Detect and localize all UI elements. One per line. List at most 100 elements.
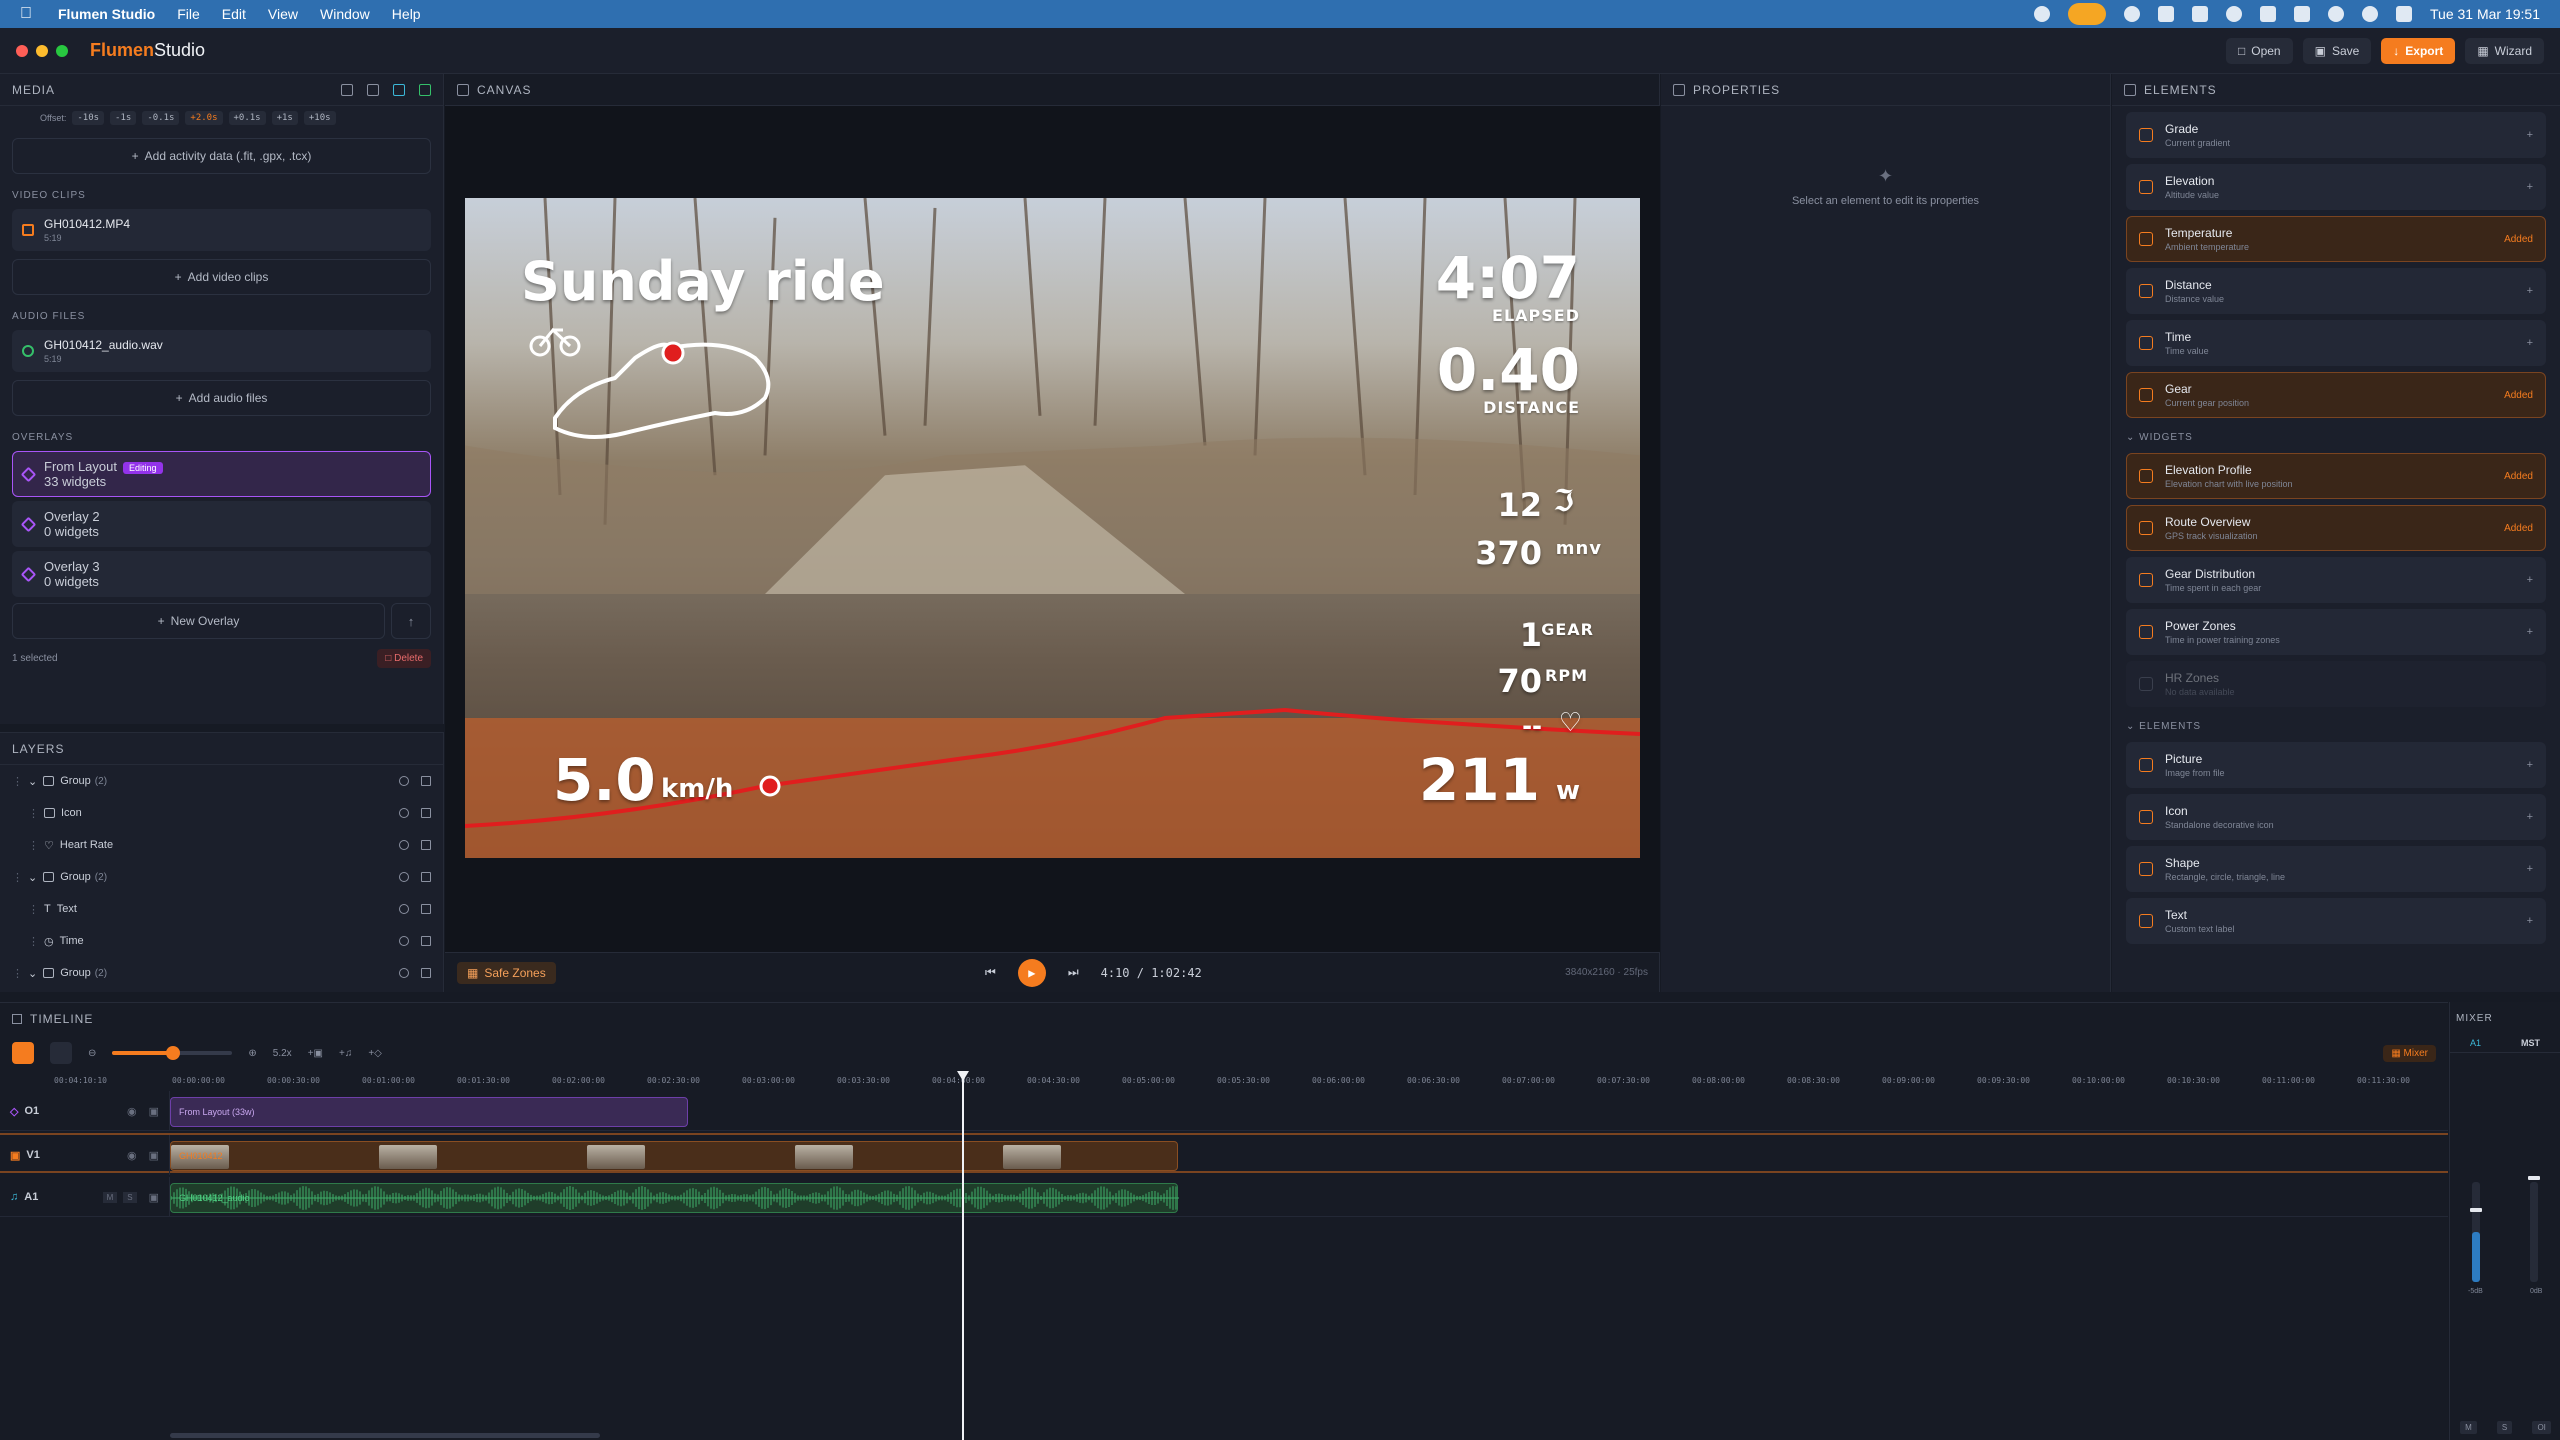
overlay-title[interactable]: Sunday ride [521, 250, 885, 313]
zoom-window-button[interactable] [56, 44, 68, 57]
trash-icon[interactable] [421, 936, 431, 946]
overlay-elapsed-value[interactable]: 4:07 [1436, 244, 1580, 312]
lock-icon[interactable]: ▣ [149, 1191, 159, 1204]
element-status[interactable]: Added [2504, 471, 2533, 482]
add-audio-button[interactable]: + Add audio files [12, 380, 431, 416]
zoom-slider-handle[interactable] [166, 1046, 181, 1060]
track-label-v1[interactable]: ▣ V1 ◉ ▣ [0, 1135, 170, 1175]
element-item-gear-distribution[interactable]: Gear Distribution Time spent in each gear… [2126, 557, 2546, 603]
select-tool-button[interactable] [12, 1042, 34, 1064]
control-center-icon[interactable] [2396, 6, 2412, 22]
export-button[interactable]: ↓ Export [2381, 37, 2456, 64]
element-status[interactable]: + [2527, 915, 2533, 927]
brightness-icon[interactable] [2124, 6, 2140, 22]
overlay-power-unit[interactable]: w [1556, 776, 1580, 806]
new-overlay-button[interactable]: + New Overlay [12, 603, 385, 639]
trash-icon[interactable] [421, 872, 431, 882]
activity-icon[interactable] [341, 83, 353, 96]
menubar-app-name[interactable]: Flumen Studio [58, 6, 155, 22]
canvas-viewport[interactable]: Sunday ride 4:07 ELAPSED 0.40 DISTANCE 1… [445, 106, 1660, 952]
audio-clip[interactable]: GH010412_audio [170, 1183, 1179, 1213]
offset-minus-1s[interactable]: -1s [110, 111, 137, 125]
video-preview[interactable]: Sunday ride 4:07 ELAPSED 0.40 DISTANCE 1… [465, 198, 1640, 858]
menu-edit[interactable]: Edit [222, 6, 246, 22]
element-status[interactable]: + [2527, 337, 2533, 349]
cloud-icon[interactable] [2034, 6, 2050, 22]
layer-row-heart-rate[interactable]: ⋮ ♡ Heart Rate [0, 829, 443, 861]
drag-handle-icon[interactable]: ⋮ [12, 967, 23, 980]
extension-icon[interactable] [2158, 6, 2174, 22]
playhead[interactable] [962, 1071, 964, 1440]
eye-icon[interactable] [399, 936, 409, 946]
shield-icon[interactable] [2192, 6, 2208, 22]
save-button[interactable]: ▣ Save [2302, 37, 2372, 64]
eye-icon[interactable] [399, 776, 409, 786]
skip-back-icon[interactable]: ⏮ [985, 965, 996, 980]
element-item-route-overview[interactable]: Route Overview GPS track visualization Add… [2126, 505, 2546, 551]
menu-window[interactable]: Window [320, 6, 370, 22]
mixer-solo-button[interactable]: S [2496, 1421, 2513, 1434]
battery-icon[interactable] [2294, 6, 2310, 22]
offset-plus-1s[interactable]: +1s [271, 111, 298, 125]
layer-row-group[interactable]: ⋮ ⌄ Group (2) [0, 957, 443, 989]
sync-icon[interactable] [2226, 6, 2242, 22]
wizard-button[interactable]: ▦ Wizard [2465, 37, 2544, 64]
overlay-elapsed-label[interactable]: ELAPSED [1492, 306, 1580, 325]
audio-file-card[interactable]: GH010412_audio.wav 5:19 [12, 330, 431, 372]
offset-current[interactable]: +2.0s [185, 111, 223, 125]
element-status[interactable]: + [2527, 626, 2533, 638]
element-status[interactable]: + [2527, 811, 2533, 823]
element-item-grade[interactable]: Grade Current gradient + [2126, 112, 2546, 158]
upload-overlay-button[interactable]: ↑ [391, 603, 431, 639]
overlay-item-2[interactable]: Overlay 20 widgets [12, 501, 431, 547]
element-item-gear[interactable]: Gear Current gear position Added [2126, 372, 2546, 418]
overlay-speed-value[interactable]: 5.0 [553, 746, 656, 814]
element-status[interactable]: + [2527, 285, 2533, 297]
timeline-ruler[interactable]: 00:04:10:10 00:00:00:00 00:00:30:00 00:01:… [0, 1071, 2448, 1091]
chevron-down-icon[interactable]: ⌄ [28, 775, 37, 788]
apple-icon[interactable]:  [20, 5, 38, 23]
element-status[interactable]: + [2527, 574, 2533, 586]
master-fader-handle[interactable] [2528, 1176, 2540, 1180]
element-status[interactable]: + [2527, 863, 2533, 875]
drag-handle-icon[interactable]: ⋮ [28, 903, 39, 916]
add-video-track-icon[interactable]: +▣ [308, 1048, 323, 1059]
element-status[interactable]: Added [2504, 234, 2533, 245]
element-status[interactable]: + [2527, 129, 2533, 141]
open-button[interactable]: □ Open [2225, 37, 2293, 64]
minimize-window-button[interactable] [36, 44, 48, 57]
eye-icon[interactable] [399, 808, 409, 818]
eye-icon[interactable] [399, 872, 409, 882]
zoom-in-icon[interactable]: ⊕ [248, 1048, 256, 1059]
layer-row-group[interactable]: ⋮ ⌄ Group (2) [0, 765, 443, 797]
lock-icon[interactable]: ▣ [149, 1105, 159, 1118]
cut-tool-button[interactable] [50, 1042, 72, 1064]
keyboard-icon[interactable] [2260, 6, 2276, 22]
eye-icon[interactable] [399, 904, 409, 914]
master-fader[interactable] [2530, 1182, 2538, 1282]
element-item-distance[interactable]: Distance Distance value + [2126, 268, 2546, 314]
layer-row-icon[interactable]: ⋮ Icon [0, 797, 443, 829]
video-clip[interactable]: GH010412 [170, 1141, 1178, 1171]
drag-handle-icon[interactable]: ⋮ [28, 839, 39, 852]
zoom-slider[interactable] [112, 1046, 233, 1060]
a1-fader[interactable] [2472, 1182, 2480, 1282]
mixer-toggle-button[interactable]: ▦ Mixer [2383, 1044, 2436, 1062]
skip-forward-icon[interactable]: ⏭ [1068, 965, 1079, 980]
eye-icon[interactable]: ◉ [127, 1149, 137, 1162]
element-status[interactable]: + [2527, 759, 2533, 771]
close-window-button[interactable] [16, 44, 28, 57]
element-item-elevation[interactable]: Elevation Altitude value + [2126, 164, 2546, 210]
menu-file[interactable]: File [177, 6, 200, 22]
drag-handle-icon[interactable]: ⋮ [12, 775, 23, 788]
zoom-out-icon[interactable]: ⊖ [88, 1048, 96, 1059]
element-item-temperature[interactable]: Temperature Ambient temperature Added [2126, 216, 2546, 262]
overlay-distance-label[interactable]: DISTANCE [1483, 398, 1580, 417]
chevron-down-icon[interactable]: ⌄ [28, 871, 37, 884]
overlay-temperature-value[interactable]: 12 [1497, 486, 1542, 524]
trash-icon[interactable] [421, 840, 431, 850]
element-item-power-zones[interactable]: Power Zones Time in power training zones + [2126, 609, 2546, 655]
text-icon[interactable] [393, 83, 405, 96]
mixer-tab-a1[interactable]: A1 [2470, 1038, 2481, 1048]
lock-icon[interactable]: ▣ [149, 1149, 159, 1162]
